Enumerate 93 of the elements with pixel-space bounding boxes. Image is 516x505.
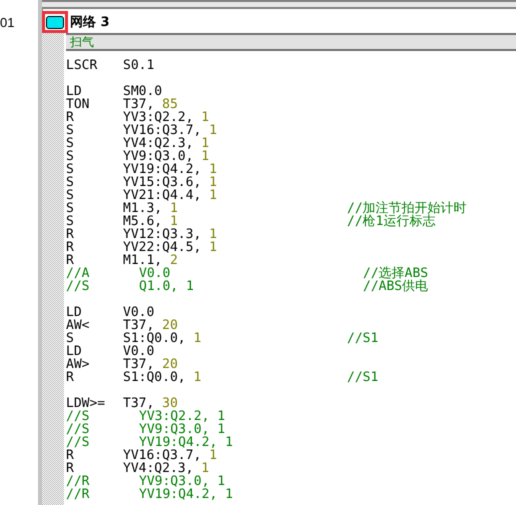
operand: S1:Q0.0, bbox=[123, 331, 186, 346]
instruction: LDW>= bbox=[66, 397, 106, 410]
constant: 2 bbox=[170, 253, 178, 268]
instruction: R bbox=[66, 111, 75, 124]
instruction: R bbox=[66, 371, 75, 384]
operand: S0.1 bbox=[123, 58, 154, 73]
constant: 1 bbox=[201, 136, 210, 151]
constant: 1 bbox=[209, 123, 217, 138]
line-number: 01 bbox=[0, 15, 14, 30]
commented-operand: YV19:Q4.2, 1 bbox=[139, 435, 233, 450]
operand: V0.0 bbox=[123, 344, 154, 359]
constant: 1 bbox=[193, 331, 202, 346]
instruction: LD bbox=[66, 85, 82, 98]
instruction: R bbox=[66, 462, 74, 475]
operand: YV9:Q3.0, bbox=[123, 149, 194, 164]
code-comment: //ABS供电 bbox=[363, 280, 428, 293]
constant: 20 bbox=[162, 357, 178, 372]
commented-instruction: //S bbox=[66, 423, 90, 436]
operand: T37, bbox=[123, 318, 154, 333]
network-comment: 扫气 bbox=[69, 34, 94, 50]
instruction: AW> bbox=[66, 358, 90, 371]
instruction: R bbox=[66, 228, 75, 241]
instruction: LD bbox=[66, 306, 82, 319]
constant: 1 bbox=[201, 110, 210, 125]
constant: 1 bbox=[209, 175, 217, 190]
instruction: S bbox=[66, 332, 74, 345]
instruction: AW< bbox=[66, 319, 90, 332]
instruction: R bbox=[66, 254, 74, 267]
commented-instruction: //S bbox=[66, 436, 90, 449]
commented-operand: YV9:Q3.0, 1 bbox=[139, 474, 226, 489]
instruction: S bbox=[66, 163, 75, 176]
instruction: S bbox=[66, 150, 75, 163]
constant: 1 bbox=[209, 240, 217, 255]
operand: YV3:Q2.2, bbox=[123, 110, 194, 125]
network-comment-bar[interactable]: 扫气 bbox=[66, 33, 516, 51]
operand: T37, bbox=[123, 357, 154, 372]
instruction: TON bbox=[66, 98, 90, 111]
constant: 85 bbox=[162, 97, 178, 112]
operand: YV15:Q3.6, bbox=[123, 175, 202, 190]
operand: YV16:Q3.7, bbox=[123, 448, 202, 463]
commented-operand: Q1.0, 1 bbox=[139, 279, 194, 294]
instruction: S bbox=[66, 124, 75, 137]
instruction: S bbox=[66, 215, 75, 228]
operand: M5.6, bbox=[123, 214, 162, 229]
commented-instruction: //S bbox=[66, 410, 90, 423]
instruction: S bbox=[66, 137, 75, 150]
constant: 30 bbox=[162, 396, 178, 411]
network-title: 网络 3 bbox=[70, 14, 110, 31]
commented-operand: YV9:Q3.0, 1 bbox=[139, 422, 226, 437]
commented-instruction: //S bbox=[66, 280, 90, 293]
constant: 1 bbox=[209, 162, 217, 177]
instruction: S bbox=[66, 176, 75, 189]
instruction: LSCR bbox=[66, 59, 98, 72]
code-comment: //枪1运行标志 bbox=[347, 215, 436, 228]
instruction: R bbox=[66, 449, 75, 462]
commented-operand: YV3:Q2.2, 1 bbox=[139, 409, 226, 424]
constant: 1 bbox=[201, 461, 210, 476]
constant: 1 bbox=[201, 149, 210, 164]
operand: M1.1, bbox=[123, 253, 162, 268]
operand: YV19:Q4.2, bbox=[123, 162, 202, 177]
instruction: S bbox=[66, 202, 75, 215]
commented-instruction: //R bbox=[66, 475, 90, 488]
instruction: R bbox=[66, 241, 75, 254]
operand: YV4:Q2.3, bbox=[123, 136, 194, 151]
code-comment: //S1 bbox=[347, 332, 378, 345]
operand: T37, bbox=[123, 97, 154, 112]
code-comment: //加注节拍开始计时 bbox=[347, 202, 467, 215]
instruction: LD bbox=[66, 345, 82, 358]
operand: YV4:Q2.3, bbox=[123, 461, 194, 476]
operand: V0.0 bbox=[123, 305, 154, 320]
operand: T37, bbox=[123, 396, 154, 411]
constant: 1 bbox=[170, 201, 178, 216]
operand: YV21:Q4.4, bbox=[123, 188, 202, 203]
constant: 1 bbox=[170, 214, 178, 229]
commented-operand: V0.0 bbox=[139, 266, 170, 281]
constant: 1 bbox=[209, 448, 217, 463]
commented-instruction: //A bbox=[66, 267, 90, 280]
commented-instruction: //R bbox=[66, 488, 90, 501]
constant: 1 bbox=[193, 370, 202, 385]
operand: S1:Q0.0, bbox=[123, 370, 186, 385]
operand: M1.3, bbox=[123, 201, 162, 216]
operand: SM0.0 bbox=[123, 84, 162, 99]
code-comment: //S1 bbox=[347, 371, 378, 384]
network-icon[interactable] bbox=[46, 16, 64, 28]
operand: YV22:Q4.5, bbox=[123, 240, 202, 255]
constant: 1 bbox=[209, 188, 217, 203]
constant: 1 bbox=[209, 227, 217, 242]
constant: 20 bbox=[162, 318, 178, 333]
commented-operand: YV19:Q4.2, 1 bbox=[139, 487, 233, 502]
operand: YV16:Q3.7, bbox=[123, 123, 202, 138]
operand: YV12:Q3.3, bbox=[123, 227, 202, 242]
code-comment: //选择ABS bbox=[363, 267, 428, 280]
instruction: S bbox=[66, 189, 75, 202]
